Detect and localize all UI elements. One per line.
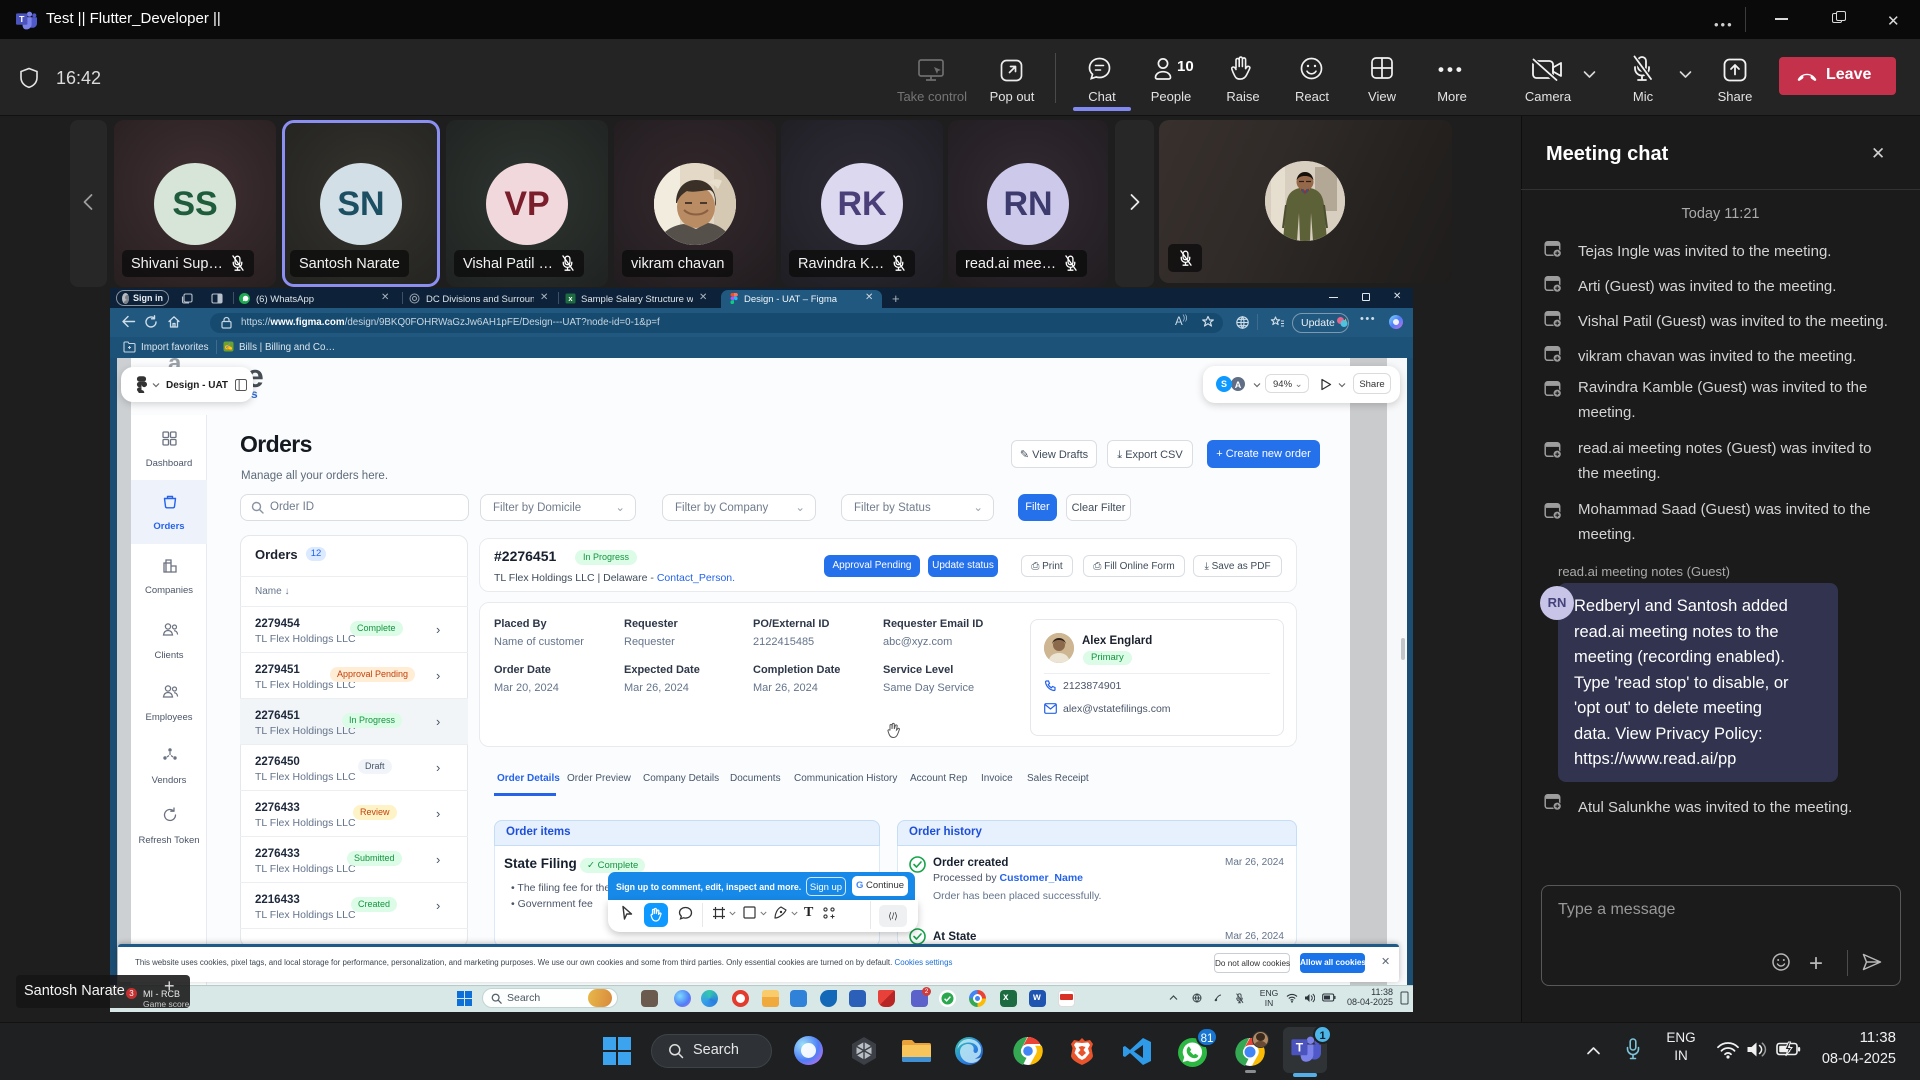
svg-text:T: T [1296,1041,1304,1055]
svg-text:T: T [19,14,25,24]
svg-text:✍: ✍ [224,342,233,351]
